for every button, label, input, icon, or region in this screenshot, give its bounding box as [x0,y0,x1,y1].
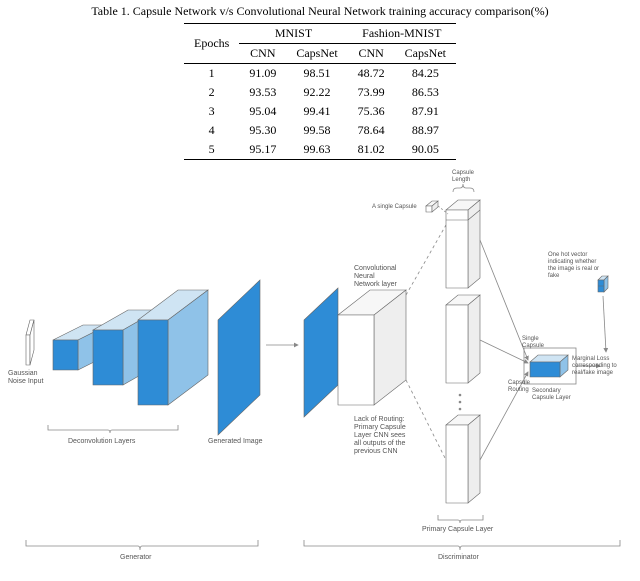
cell: 1 [184,64,239,84]
cell: 2 [184,83,239,102]
th-cnn1: CNN [239,44,286,64]
single-capsule-mini [426,201,438,212]
cell: 3 [184,102,239,121]
cell: 99.58 [286,121,347,140]
cell: 93.53 [239,83,286,102]
disc-input-plane [304,288,338,417]
cell: 4 [184,121,239,140]
th-caps2: CapsNet [395,44,456,64]
th-mnist: MNIST [239,24,347,44]
cell: 91.09 [239,64,286,84]
cell: 88.97 [395,121,456,140]
cell: 92.22 [286,83,347,102]
label-generator: Generator [120,554,152,562]
label-discriminator: Discriminator [438,554,479,562]
secondary-capsule [530,355,568,377]
generated-image-plane [218,280,260,435]
cell: 95.04 [239,102,286,121]
cell: 90.05 [395,140,456,160]
primary-capsule-2 [446,295,480,383]
th-cnn2: CNN [348,44,395,64]
cell: 95.30 [239,121,286,140]
figure-svg [8,170,632,570]
label-marginal: Marginal Loss corresponding to real/fake… [572,356,617,377]
label-deconv: Deconvolution Layers [68,438,135,446]
cell: 99.63 [286,140,347,160]
cell: 75.36 [348,102,395,121]
primary-capsule-1 [446,200,480,288]
cell: 73.99 [348,83,395,102]
label-onehot: One hot vector indicating whether the im… [548,252,599,280]
label-secondary: Secondary Capsule Layer [532,388,571,402]
label-primary: Primary Capsule Layer [422,526,493,534]
label-singlecap-small: A single Capsule [372,204,417,211]
label-caplen: Capsule Length [452,170,474,184]
architecture-figure: Gaussian Noise Input Deconvolution Layer… [8,170,632,570]
accuracy-table: Epochs MNIST Fashion-MNIST CNN CapsNet C… [184,23,456,160]
primary-capsule-3 [446,415,480,503]
deconv-cube-3 [138,290,208,405]
label-noroute: Lack of Routing: Primary Capsule Layer C… [354,416,406,456]
cell: 78.64 [348,121,395,140]
cell: 48.72 [348,64,395,84]
conv-layer-cube [338,290,406,405]
th-epochs: Epochs [184,24,239,64]
cell: 86.53 [395,83,456,102]
label-genimg: Generated Image [208,438,262,446]
cell: 84.25 [395,64,456,84]
cell: 5 [184,140,239,160]
table-caption: Table 1. Capsule Network v/s Convolution… [8,4,632,19]
label-gaussian: Gaussian Noise Input [8,370,43,386]
onehot-box [598,276,608,292]
cell: 99.41 [286,102,347,121]
gaussian-noise-plane [26,320,34,365]
cell: 98.51 [286,64,347,84]
cell: 81.02 [348,140,395,160]
label-caproute: Capsule Routing [508,380,530,394]
th-caps1: CapsNet [286,44,347,64]
cell: 87.91 [395,102,456,121]
th-fmnist: Fashion-MNIST [348,24,456,44]
label-convnet: Convolutional Neural Network layer [354,265,397,289]
label-singlecap: Single Capsule [522,336,544,350]
cell: 95.17 [239,140,286,160]
